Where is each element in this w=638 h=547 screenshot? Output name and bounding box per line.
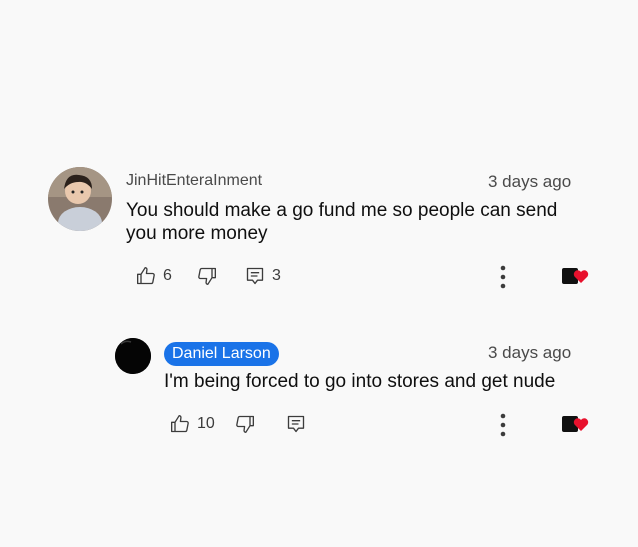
like-count: 10 xyxy=(197,415,215,432)
comment-text: I'm being forced to go into stores and g… xyxy=(164,371,556,392)
more-vert-icon[interactable] xyxy=(498,413,508,437)
thumbs-up-icon xyxy=(171,415,189,433)
thumbs-down-icon xyxy=(236,415,254,433)
reply-icon xyxy=(287,415,305,433)
comment-author-highlighted[interactable]: Daniel Larson xyxy=(164,342,279,366)
avatar[interactable] xyxy=(115,338,151,374)
reply-button[interactable] xyxy=(286,414,306,434)
dislike-button[interactable] xyxy=(197,266,217,286)
reply-icon xyxy=(246,267,264,285)
thumbs-up-icon xyxy=(137,267,155,285)
comment-author[interactable]: JinHitEnteraInment xyxy=(126,172,262,190)
avatar[interactable] xyxy=(48,167,112,231)
like-count: 6 xyxy=(163,267,172,284)
replies-button[interactable]: 3 xyxy=(245,266,281,286)
avatar-image xyxy=(115,338,151,374)
creator-heart-icon xyxy=(562,268,589,284)
thumbs-down-icon xyxy=(198,267,216,285)
dislike-button[interactable] xyxy=(235,414,255,434)
like-button[interactable]: 6 xyxy=(136,266,172,286)
comment-timestamp: 3 days ago xyxy=(488,343,572,362)
comments-page: JinHitEnteraInment 3 days ago You should… xyxy=(0,0,638,547)
comment-timestamp: 3 days ago xyxy=(488,172,572,191)
reply-count: 3 xyxy=(272,267,281,284)
more-vert-icon[interactable] xyxy=(498,265,508,289)
creator-heart-icon xyxy=(562,416,589,432)
avatar-image xyxy=(48,167,112,231)
comment-text: You should make a go fund me so people c… xyxy=(126,200,558,244)
like-button[interactable]: 10 xyxy=(170,414,215,434)
